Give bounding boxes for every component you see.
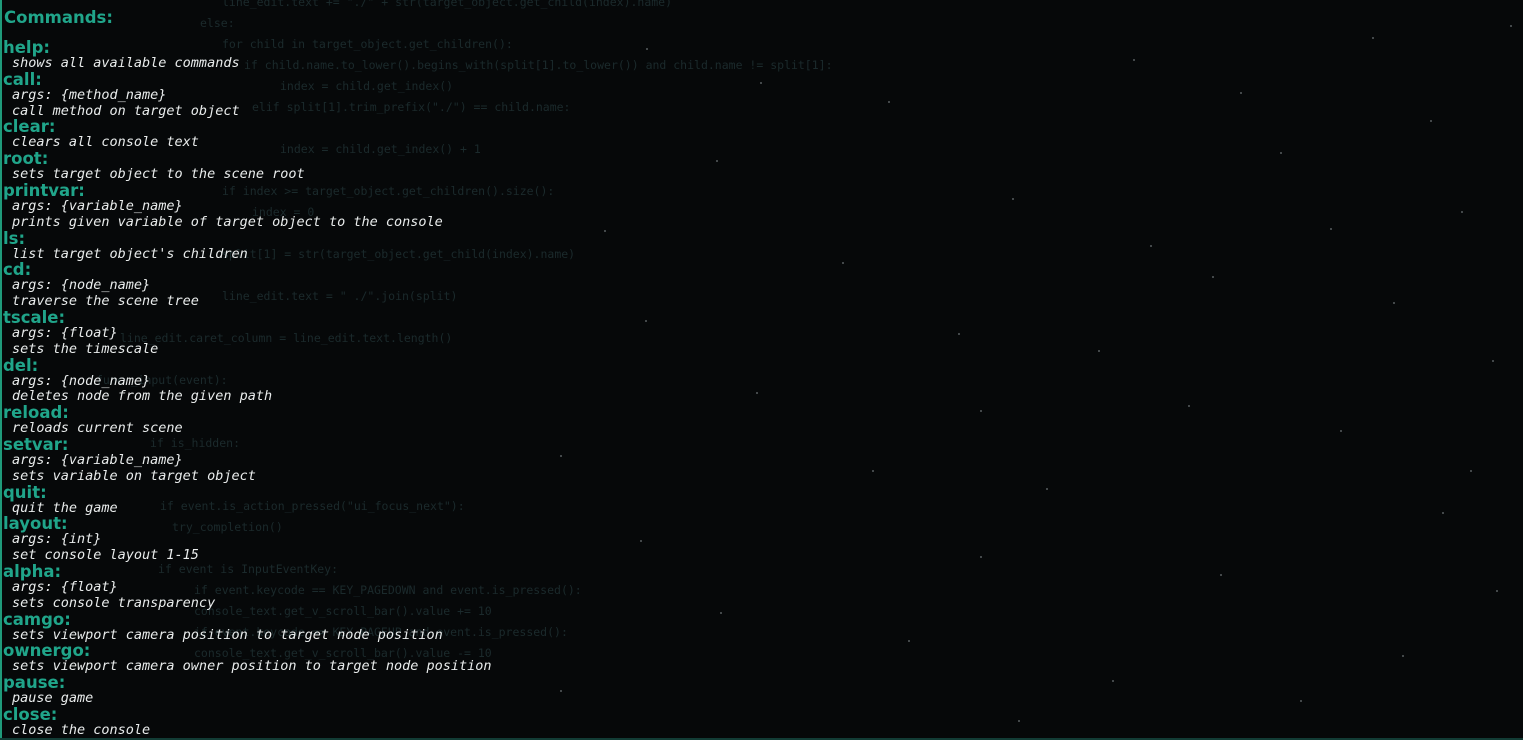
command-description: pause game: [12, 690, 94, 707]
command-name: layout:: [3, 514, 68, 534]
command-args: args: {node_name}: [12, 277, 151, 294]
command-entry: clear: clears all console text: [2, 119, 1502, 151]
command-description: list target object's children: [12, 245, 248, 262]
console-title: Commands:: [4, 8, 113, 27]
command-name: pause:: [3, 673, 66, 693]
command-name: setvar:: [3, 434, 69, 454]
command-entry: alpha: args: {float} sets console transpar…: [2, 561, 1502, 612]
debug-console-panel[interactable]: Commands: help: shows all available comma…: [0, 0, 1520, 740]
command-name: tscale:: [3, 307, 66, 327]
command-entry: cd: args: {node_name} traverse the scene t…: [2, 262, 1502, 310]
command-description: shows all available commands: [12, 55, 240, 71]
command-name: help:: [3, 38, 51, 57]
command-args: args: {variable_name}: [12, 197, 183, 214]
command-description: call method on target object: [12, 102, 240, 119]
command-description: quit the game: [12, 499, 118, 516]
command-name: close:: [3, 704, 58, 724]
game-viewport: line_edit.text += "./" + str(target_obje…: [0, 0, 1523, 740]
command-description: set console layout 1-15: [12, 547, 199, 564]
command-entry: tscale: args: {float} sets the timescale: [2, 307, 1502, 358]
command-entry: reload: reloads current scene: [2, 403, 1502, 437]
command-name: ownergo:: [3, 641, 91, 661]
command-description: sets viewport camera owner position to t…: [12, 658, 492, 675]
command-name: reload:: [3, 403, 69, 423]
command-entry: layout: args: {int} set console layout 1-1…: [2, 516, 1502, 564]
command-entry: pause: pause game: [2, 673, 1502, 707]
command-entry: help: shows all available commands: [2, 38, 1502, 72]
command-entry: camgo: sets viewport camera position to t…: [2, 609, 1502, 644]
command-entry: ownergo: sets viewport camera owner posit…: [2, 643, 1502, 675]
command-list: help: shows all available commands call: ar…: [2, 38, 1502, 739]
command-entry: root: sets target object to the scene roo…: [2, 149, 1502, 183]
command-entry: printvar: args: {variable_name} prints giv…: [2, 180, 1502, 231]
command-args: args: {float}: [12, 324, 118, 341]
command-description: prints given variable of target object t…: [12, 213, 443, 230]
command-description: traverse the scene tree: [12, 293, 199, 310]
command-args: args: {node_name}: [12, 372, 151, 389]
command-description: sets target object to the scene root: [12, 166, 305, 183]
command-args: args: {float}: [12, 578, 118, 595]
command-name: quit:: [3, 482, 47, 502]
command-description: reloads current scene: [12, 420, 183, 437]
command-name: root:: [3, 149, 49, 169]
command-entry: call: args: {method_name} call method on t…: [2, 69, 1502, 120]
command-description: sets the timescale: [12, 340, 159, 357]
command-name: printvar:: [3, 180, 85, 200]
command-entry: setvar: args: {variable_name} sets variabl…: [2, 434, 1502, 485]
command-name: alpha:: [3, 561, 62, 581]
command-args: args: {int}: [12, 531, 102, 548]
command-name: call:: [3, 69, 42, 89]
command-description: sets variable on target object: [12, 467, 256, 484]
command-description: sets console transparency: [12, 594, 216, 611]
command-name: ls:: [3, 228, 26, 248]
command-entry: quit: quit the game: [2, 482, 1502, 517]
command-description: close the console: [12, 721, 151, 738]
command-entry: close: close the console: [2, 704, 1502, 739]
command-name: del:: [3, 355, 39, 375]
command-name: clear:: [3, 117, 56, 137]
command-description: sets viewport camera position to target …: [12, 626, 443, 643]
command-entry: ls: list target object's children: [2, 228, 1502, 263]
command-description: deletes node from the given path: [12, 388, 273, 405]
command-args: args: {method_name}: [12, 86, 167, 103]
command-description: clears all console text: [12, 134, 199, 151]
command-args: args: {variable_name}: [12, 451, 183, 468]
command-name: cd:: [3, 260, 32, 280]
command-entry: del: args: {node_name} deletes node from t…: [2, 355, 1502, 406]
command-name: camgo:: [3, 609, 71, 629]
